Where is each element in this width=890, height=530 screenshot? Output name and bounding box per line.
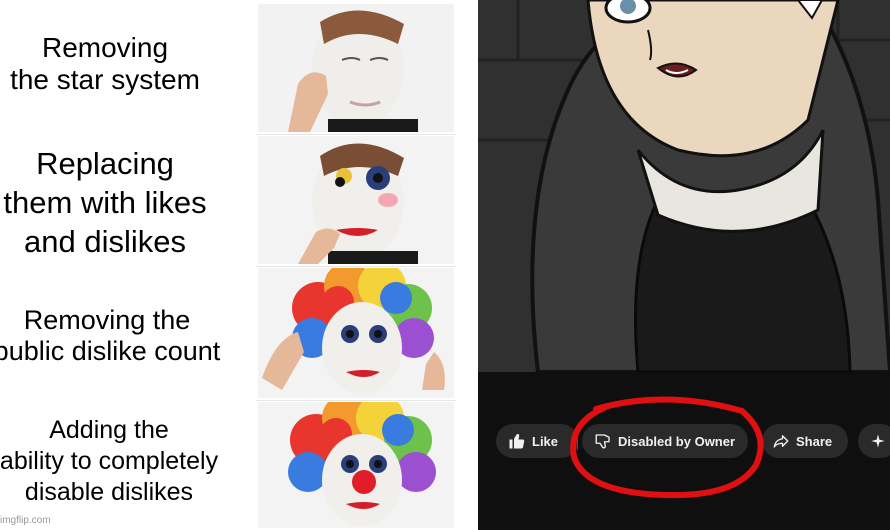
caption-3: Removing the public dislike count [0, 305, 221, 366]
caption-2: Replacing them with likes and dislikes [3, 146, 207, 259]
thumbs-up-icon [509, 434, 525, 449]
dislike-button[interactable]: Disabled by Owner [582, 424, 748, 458]
frame-divider [256, 266, 456, 267]
watermark: imgflip.com [0, 515, 51, 526]
sparkle-icon [871, 434, 885, 448]
frame-divider [256, 134, 456, 135]
clown-frame-2 [258, 136, 454, 264]
like-dislike-separator [577, 432, 578, 450]
share-button[interactable]: Share [762, 424, 848, 458]
share-arrow-icon [773, 435, 789, 448]
ask-button[interactable] [858, 424, 890, 458]
like-label: Like [532, 433, 559, 449]
share-label: Share [796, 433, 833, 449]
caption-4: Adding the ability to completely disable… [0, 416, 219, 506]
clown-frame-1 [258, 4, 454, 132]
frame-divider [256, 400, 456, 401]
clown-frame-4 [258, 402, 454, 528]
thumbs-down-icon [595, 434, 610, 449]
dislike-label: Disabled by Owner [618, 433, 736, 449]
clown-meme-panel: Removing the star system Replacing them … [0, 0, 478, 530]
like-button[interactable]: Like [496, 424, 578, 458]
meme-image: Removing the star system Replacing them … [0, 0, 890, 530]
clown-frame-3 [258, 268, 454, 398]
caption-1: Removing the star system [10, 32, 200, 95]
nun-cartoon [478, 0, 890, 372]
